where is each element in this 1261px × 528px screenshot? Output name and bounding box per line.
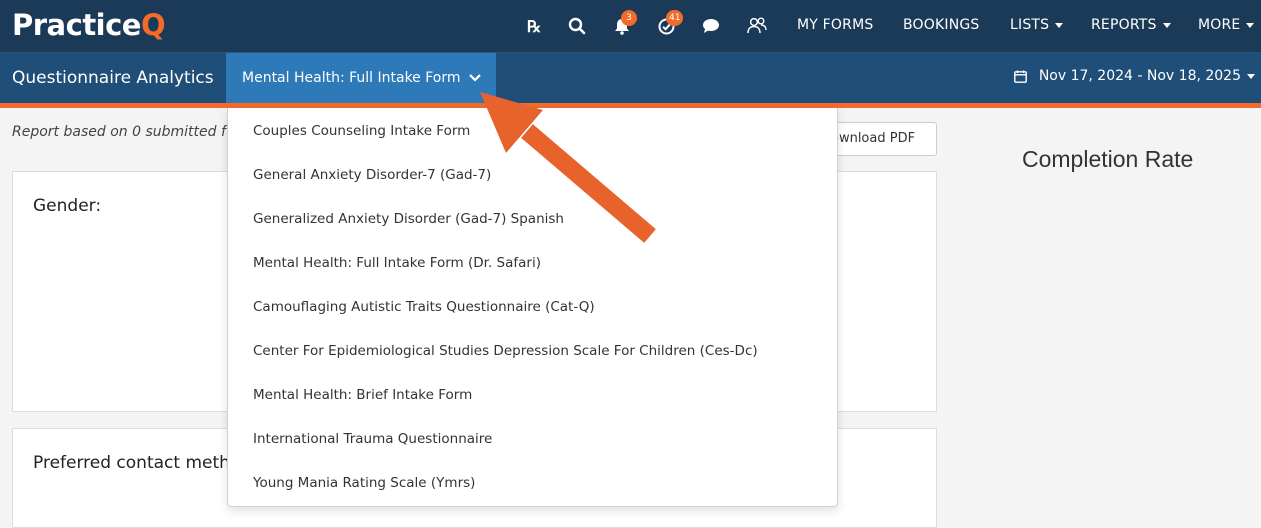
selected-form-label: Mental Health: Full Intake Form — [242, 70, 461, 86]
form-selector-menu: Couples Counseling Intake Form General A… — [227, 108, 838, 507]
nav-reports[interactable]: REPORTS — [1091, 17, 1171, 33]
nav-lists-label: LISTS — [1010, 17, 1050, 33]
practiceq-logo[interactable]: PracticeQ — [12, 8, 166, 42]
dropdown-item[interactable]: International Trauma Questionnaire — [228, 417, 837, 461]
chevron-down-icon — [1055, 22, 1064, 28]
search-icon[interactable] — [565, 14, 589, 38]
chevron-down-icon — [468, 53, 482, 103]
nav-bookings[interactable]: BOOKINGS — [903, 17, 980, 33]
bell-icon[interactable]: 3 — [610, 10, 637, 38]
dropdown-item[interactable]: Couples Counseling Intake Form — [228, 109, 837, 153]
date-range-label: Nov 17, 2024 - Nov 18, 2025 — [1038, 68, 1241, 84]
completion-rate-title: Completion Rate — [1022, 146, 1194, 172]
chevron-down-icon — [1246, 22, 1255, 28]
dropdown-item[interactable]: Young Mania Rating Scale (Ymrs) — [228, 461, 837, 505]
nav-reports-label: REPORTS — [1091, 17, 1157, 33]
form-selector-dropdown[interactable]: Mental Health: Full Intake Form — [226, 53, 496, 103]
top-navbar: PracticeQ ℞ 3 41 MY FORMS BOOKINGS LISTS… — [0, 0, 1261, 53]
chat-icon[interactable] — [699, 14, 723, 38]
nav-more[interactable]: MORE — [1198, 17, 1255, 33]
date-range-picker[interactable]: Nov 17, 2024 - Nov 18, 2025 — [1013, 68, 1255, 84]
chevron-down-icon — [1247, 73, 1255, 79]
dropdown-item[interactable]: General Anxiety Disorder-7 (Gad-7) — [228, 153, 837, 197]
dropdown-item[interactable]: Mental Health: Full Intake Form (Dr. Saf… — [228, 241, 837, 285]
report-summary-note: Report based on 0 submitted f — [12, 124, 226, 140]
check-circle-icon[interactable]: 41 — [654, 10, 684, 38]
card-title: Gender: — [33, 196, 102, 216]
chevron-down-icon — [1162, 22, 1171, 28]
card-title: Preferred contact meth — [33, 453, 230, 473]
dropdown-item[interactable]: Generalized Anxiety Disorder (Gad-7) Spa… — [228, 197, 837, 241]
nav-my-forms[interactable]: MY FORMS — [797, 17, 873, 33]
nav-lists[interactable]: LISTS — [1010, 17, 1064, 33]
tasks-count-badge: 41 — [666, 10, 684, 26]
nav-more-label: MORE — [1198, 17, 1241, 33]
dropdown-item[interactable]: Camouflaging Autistic Traits Questionnai… — [228, 285, 837, 329]
dropdown-item[interactable]: Center For Epidemiological Studies Depre… — [228, 329, 837, 373]
analytics-header-bar: Questionnaire Analytics Mental Health: F… — [0, 53, 1261, 103]
notification-count-badge: 3 — [621, 10, 637, 26]
people-icon[interactable] — [745, 14, 769, 38]
rx-icon[interactable]: ℞ — [522, 14, 546, 38]
page-title: Questionnaire Analytics — [12, 68, 214, 88]
calendar-icon — [1013, 70, 1027, 83]
dropdown-item[interactable]: Mental Health: Brief Intake Form — [228, 373, 837, 417]
